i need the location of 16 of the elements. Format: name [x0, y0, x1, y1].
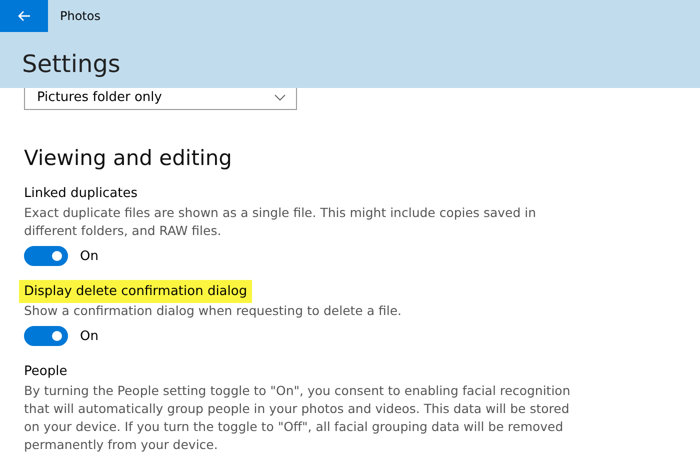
back-arrow-icon — [17, 10, 31, 22]
page-title: Settings — [22, 50, 120, 78]
setting-title: Linked duplicates — [23, 185, 138, 202]
setting-description: By turning the People setting toggle to "On", you consent to enabling facial recognition that will automatically group people in your photos and videos. This data will be stored on your device. If you turn the toggle to "Off", all facial grouping data will be removed permanently from your device. — [24, 382, 572, 454]
toggle-switch[interactable] — [24, 326, 68, 346]
toggle-label: On — [80, 248, 98, 264]
toggle-switch[interactable] — [24, 246, 68, 266]
section-heading: Viewing and editing — [24, 146, 233, 170]
folder-dropdown[interactable]: Pictures folder only — [24, 88, 297, 110]
toggle-label: On — [80, 328, 98, 344]
app-title: Photos — [60, 9, 100, 23]
setting-title: People — [23, 363, 68, 380]
setting-description: Exact duplicate files are shown as a single file. This might include copies saved in different folders, and RAW files. — [24, 204, 538, 240]
setting-title: Display delete confirmation dialog — [22, 283, 250, 300]
chevron-down-icon — [274, 94, 286, 101]
setting-description: Show a confirmation dialog when requesting to delete a file. — [24, 302, 402, 320]
